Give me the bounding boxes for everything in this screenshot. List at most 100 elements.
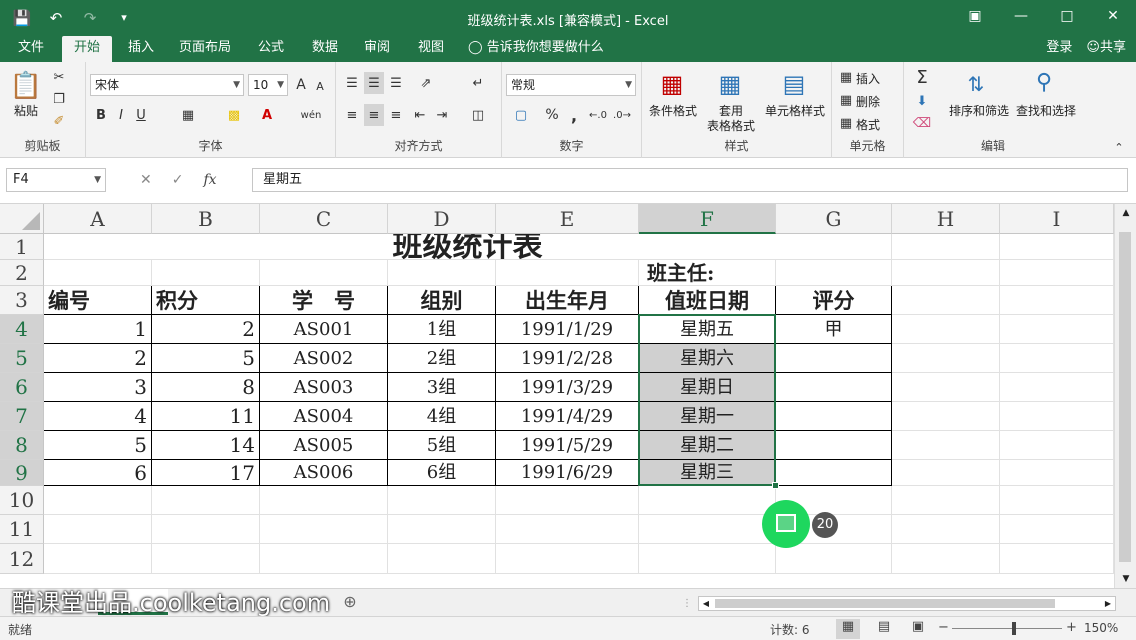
find-select-button[interactable]: 查找和选择 (1010, 102, 1082, 119)
data-cell[interactable]: AS006 (260, 460, 388, 486)
duty-day-cell[interactable]: 星期二 (639, 431, 776, 460)
page-break-view-icon[interactable]: ▣ (906, 619, 930, 639)
underline-button[interactable]: U (132, 104, 150, 126)
cell[interactable] (1000, 431, 1114, 460)
add-sheet-icon[interactable]: ⊕ (340, 592, 360, 612)
orientation-icon[interactable]: ⇗ (412, 72, 440, 94)
data-cell[interactable]: 1991/5/29 (496, 431, 639, 460)
number-format-select[interactable]: 常规 ▼ (506, 74, 636, 96)
cell-styles-icon[interactable]: ▤ (778, 68, 810, 100)
data-cell[interactable]: 1 (44, 315, 152, 344)
accounting-format-icon[interactable]: ▢ (508, 104, 534, 126)
delete-cells-icon[interactable]: ▦ (838, 91, 854, 109)
scroll-up-icon[interactable]: ▲ (1115, 204, 1136, 222)
cell[interactable] (388, 544, 496, 574)
score-cell[interactable] (776, 344, 892, 373)
font-name-select[interactable]: 宋体 ▼ (90, 74, 244, 96)
header-cell[interactable]: 学 号 (260, 286, 388, 315)
data-cell[interactable]: AS002 (260, 344, 388, 373)
zoom-slider-thumb[interactable] (1012, 622, 1016, 635)
cell[interactable] (892, 373, 1000, 402)
quick-analysis-highlight[interactable] (762, 500, 810, 548)
normal-view-icon[interactable]: ▦ (836, 619, 860, 639)
data-cell[interactable]: 1991/3/29 (496, 373, 639, 402)
phonetic-guide-button[interactable]: wén (298, 104, 324, 126)
insert-function-button[interactable]: fx (203, 168, 216, 192)
cell[interactable] (44, 515, 152, 544)
cut-icon[interactable]: ✂ (50, 68, 68, 86)
row-header-6[interactable]: 6 (0, 373, 44, 402)
format-painter-icon[interactable]: ✐ (50, 112, 68, 130)
column-header-b[interactable]: B (152, 204, 260, 234)
format-cells-button[interactable]: 格式 (856, 116, 886, 133)
data-cell[interactable]: 5组 (388, 431, 496, 460)
sheet-title-cell[interactable]: 班级统计表 (44, 234, 892, 260)
column-header-d[interactable]: D (388, 204, 496, 234)
tab-insert[interactable]: 插入 (118, 36, 164, 62)
percent-style-button[interactable]: % (542, 104, 562, 126)
column-header-h[interactable]: H (892, 204, 1000, 234)
cell[interactable] (1000, 402, 1114, 431)
data-cell[interactable]: 1991/4/29 (496, 402, 639, 431)
data-cell[interactable]: 5 (152, 344, 260, 373)
data-cell[interactable]: 8 (152, 373, 260, 402)
cell[interactable] (152, 515, 260, 544)
row-header-2[interactable]: 2 (0, 260, 44, 286)
cell[interactable] (1000, 234, 1114, 260)
cell[interactable] (388, 486, 496, 515)
insert-cells-button[interactable]: 插入 (856, 70, 886, 87)
row-header-4[interactable]: 4 (0, 315, 44, 344)
data-cell[interactable]: AS004 (260, 402, 388, 431)
grow-font-button[interactable]: A (292, 74, 310, 96)
delete-cells-button[interactable]: 删除 (856, 93, 886, 110)
paste-icon[interactable]: 📋 (10, 68, 42, 104)
duty-day-cell[interactable]: 星期五 (639, 315, 776, 344)
row-header-11[interactable]: 11 (0, 515, 44, 544)
data-cell[interactable]: 1991/1/29 (496, 315, 639, 344)
cell[interactable] (892, 402, 1000, 431)
row-header-9[interactable]: 9 (0, 460, 44, 486)
data-cell[interactable]: 1组 (388, 315, 496, 344)
cell[interactable] (44, 544, 152, 574)
scroll-down-icon[interactable]: ▼ (1115, 570, 1136, 588)
increase-indent-icon[interactable]: ⇥ (432, 104, 452, 126)
data-cell[interactable]: 5 (44, 431, 152, 460)
data-cell[interactable]: 6 (44, 460, 152, 486)
cell[interactable] (892, 234, 1000, 260)
cell[interactable] (892, 515, 1000, 544)
data-cell[interactable]: 2 (44, 344, 152, 373)
duty-day-cell[interactable]: 星期一 (639, 402, 776, 431)
tab-page-layout[interactable]: 页面布局 (172, 36, 238, 62)
scroll-right-icon[interactable]: ▶ (1101, 597, 1115, 610)
cell[interactable] (1000, 260, 1114, 286)
insert-cells-icon[interactable]: ▦ (838, 68, 854, 86)
zoom-slider[interactable] (952, 628, 1062, 629)
borders-icon[interactable]: ▦ (174, 104, 202, 126)
name-box[interactable]: F4 ▼ (6, 168, 106, 192)
select-all-button[interactable] (0, 204, 44, 234)
data-cell[interactable]: 2 (152, 315, 260, 344)
data-cell[interactable]: AS003 (260, 373, 388, 402)
increase-decimal-icon[interactable]: ←.0 (588, 104, 608, 126)
maximize-button[interactable]: □ (1044, 0, 1090, 32)
cell[interactable] (152, 260, 260, 286)
sort-filter-icon[interactable]: ⇅ (960, 68, 992, 100)
comma-style-button[interactable]: , (564, 104, 584, 126)
cell[interactable] (1000, 344, 1114, 373)
row-header-8[interactable]: 8 (0, 431, 44, 460)
cell[interactable] (260, 544, 388, 574)
collapse-ribbon-icon[interactable]: ⌃ (1110, 140, 1128, 154)
decrease-decimal-icon[interactable]: .0→ (612, 104, 632, 126)
cell-styles-button[interactable]: 单元格样式 (762, 102, 828, 119)
wrap-text-icon[interactable]: ↵ (464, 72, 492, 94)
cell[interactable] (260, 260, 388, 286)
zoom-in-button[interactable]: + (1066, 620, 1077, 635)
duty-day-cell[interactable]: 星期六 (639, 344, 776, 373)
header-cell[interactable]: 积分 (152, 286, 260, 315)
data-cell[interactable]: AS001 (260, 315, 388, 344)
cell[interactable] (639, 486, 776, 515)
data-cell[interactable]: 11 (152, 402, 260, 431)
score-cell[interactable] (776, 431, 892, 460)
cell[interactable] (892, 344, 1000, 373)
autosum-icon[interactable]: Σ (910, 66, 934, 88)
